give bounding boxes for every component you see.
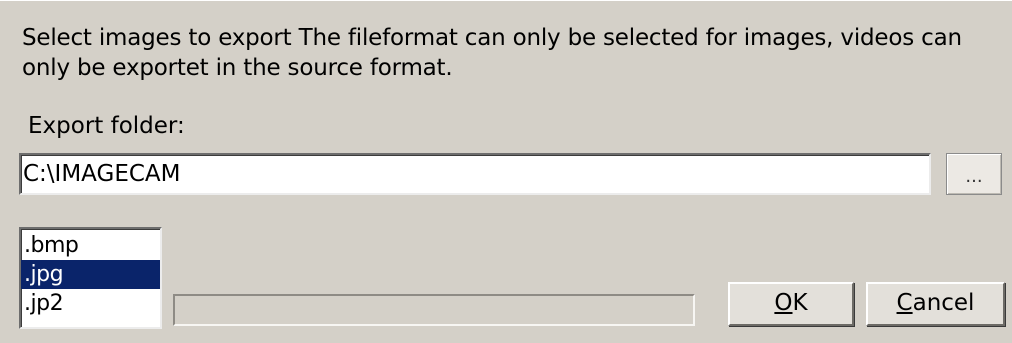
export-folder-label: Export folder: <box>28 113 185 139</box>
file-format-list[interactable]: .bmp .jpg .jp2 <box>19 227 162 329</box>
format-option-jpg[interactable]: .jpg <box>21 260 160 289</box>
cancel-accelerator: C <box>896 290 913 316</box>
export-folder-input[interactable] <box>19 153 931 195</box>
cancel-button[interactable]: Cancel <box>866 282 1005 326</box>
browse-folder-button[interactable]: ... <box>946 153 1002 195</box>
format-option-jp2[interactable]: .jp2 <box>21 289 160 318</box>
ok-accelerator: O <box>774 290 793 316</box>
ok-button[interactable]: OK <box>728 282 854 326</box>
ok-label-rest: K <box>792 290 808 316</box>
instructions-text: Select images to export The fileformat c… <box>22 25 962 81</box>
cancel-label-rest: ancel <box>912 290 975 316</box>
format-option-bmp[interactable]: .bmp <box>21 231 160 260</box>
export-dialog: Select images to export The fileformat c… <box>0 0 1012 343</box>
export-progress-bar <box>173 294 695 326</box>
